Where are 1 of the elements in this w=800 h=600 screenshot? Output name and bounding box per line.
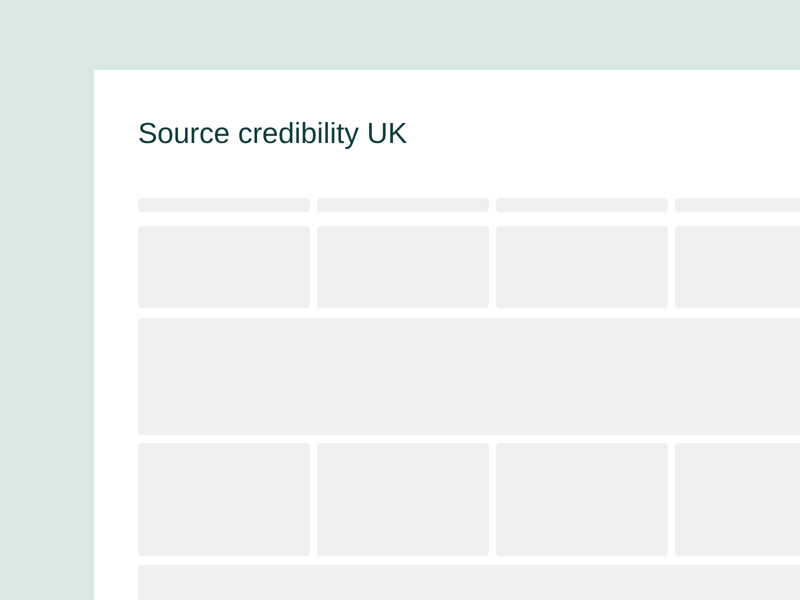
page-title: Source credibility UK <box>138 117 408 152</box>
